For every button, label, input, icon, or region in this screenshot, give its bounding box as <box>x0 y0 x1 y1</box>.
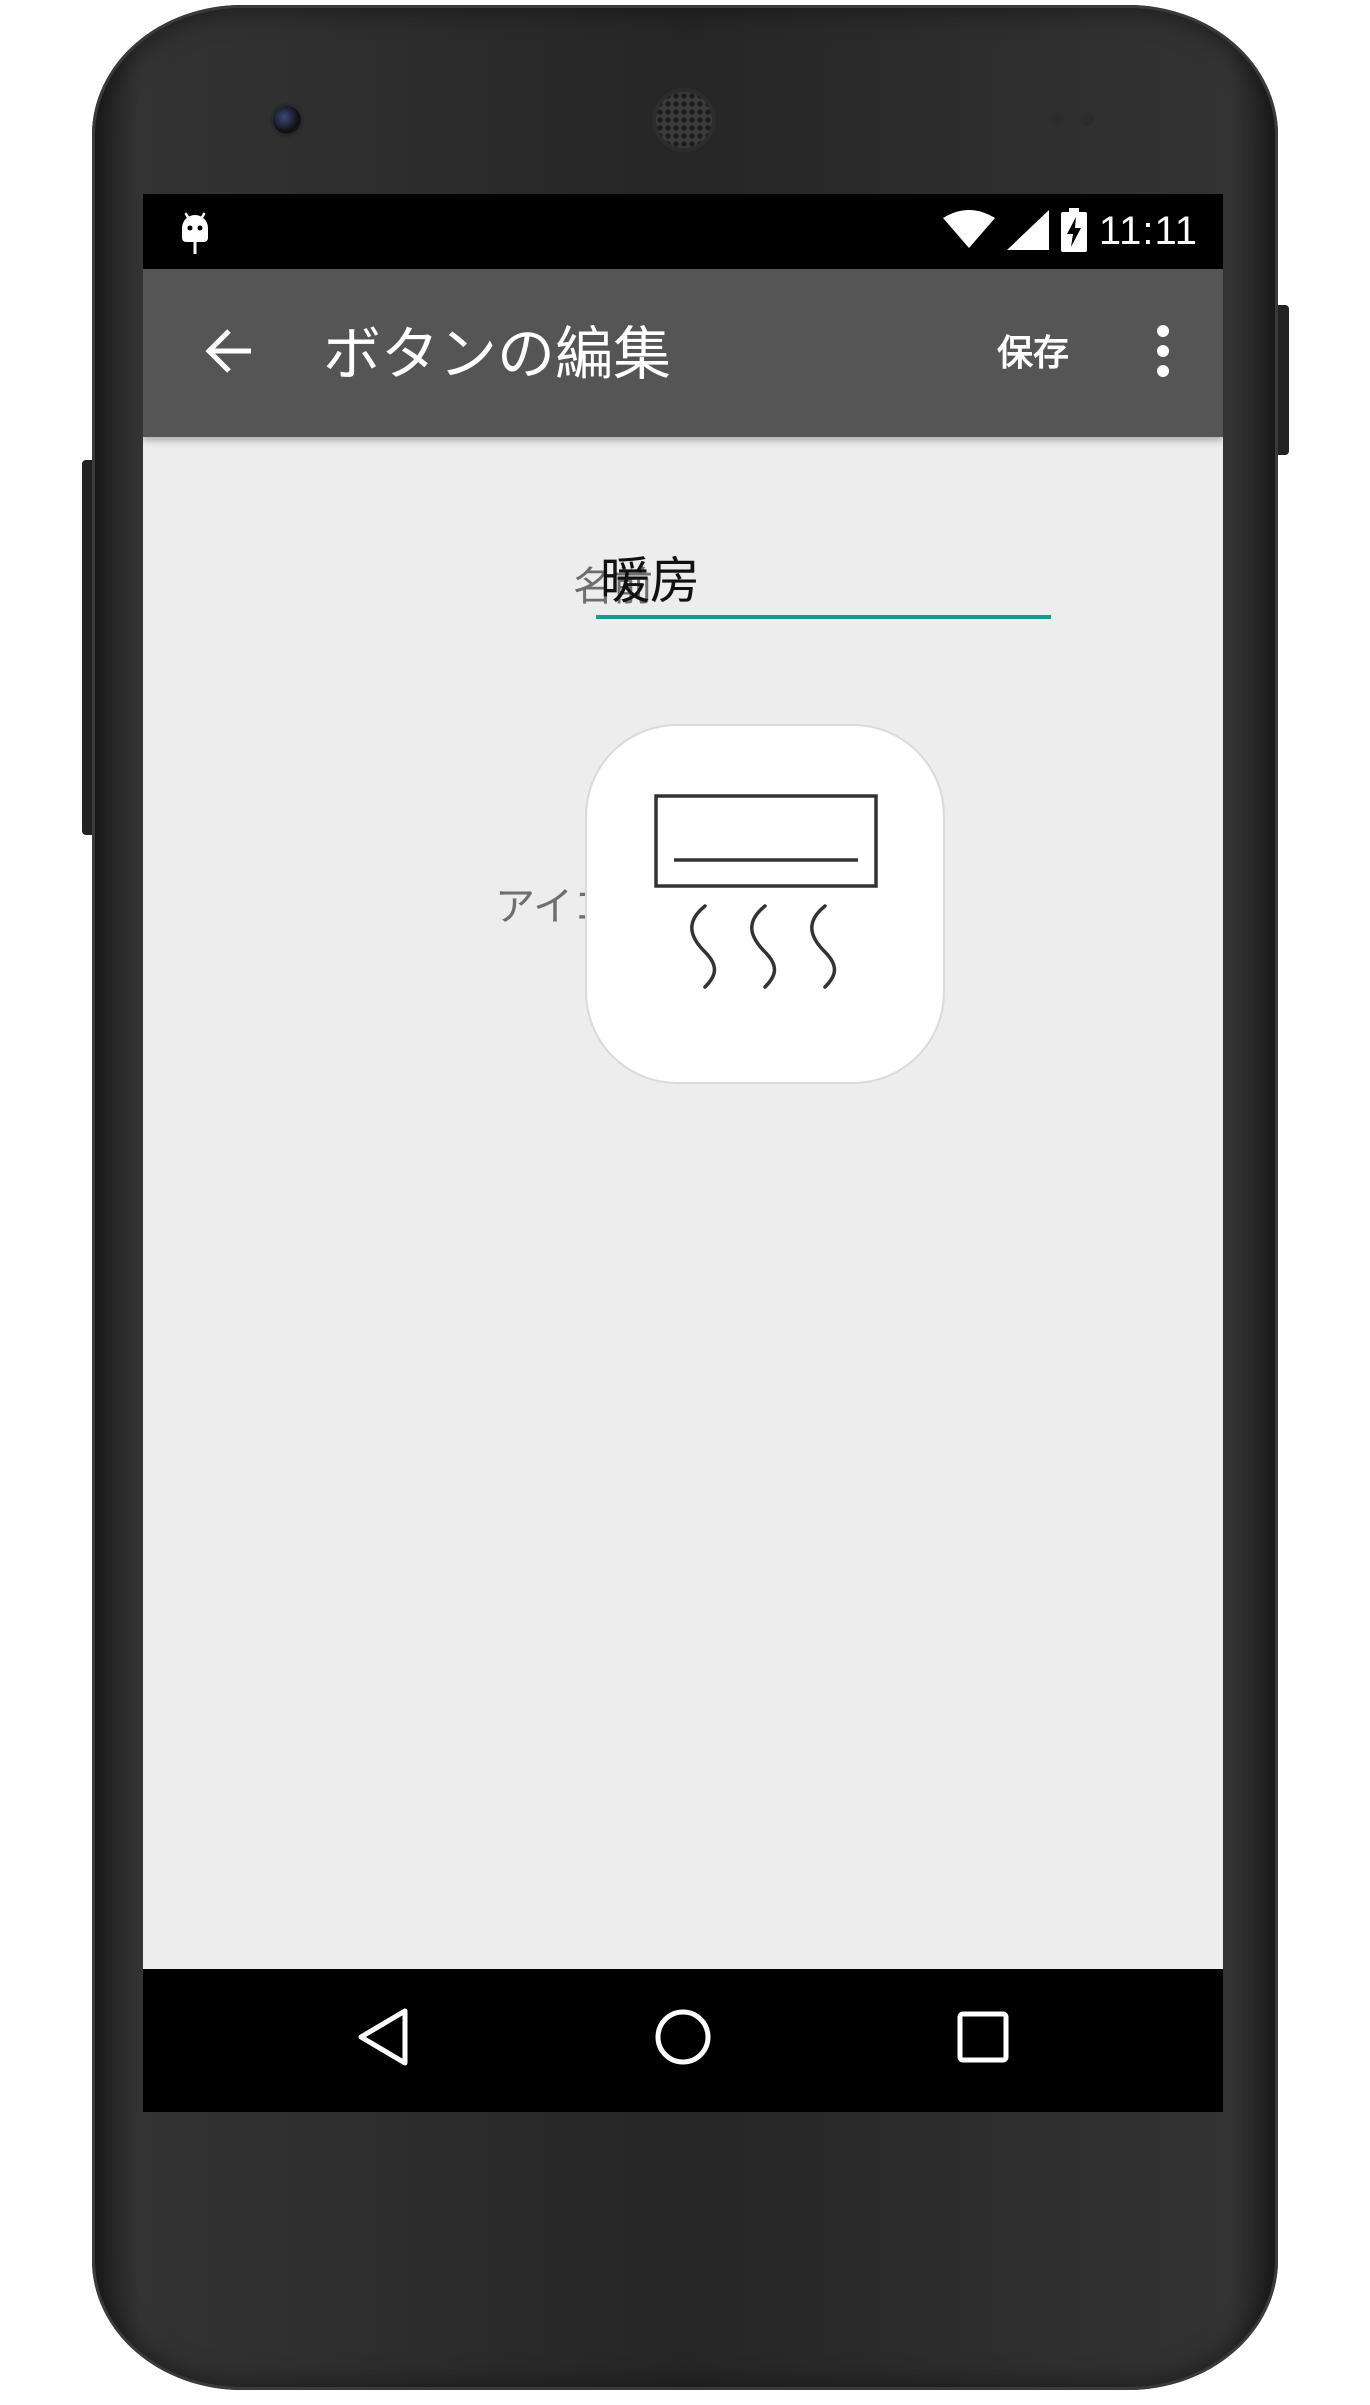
battery-charging-icon <box>1060 207 1087 256</box>
light-sensor <box>1080 112 1094 126</box>
nav-recents-icon <box>956 2010 1010 2068</box>
earpiece-speaker <box>656 92 712 148</box>
nav-home-icon <box>653 2007 713 2071</box>
more-options-button[interactable] <box>1128 307 1198 399</box>
save-button[interactable]: 保存 <box>983 317 1083 391</box>
system-nav-bar <box>143 1969 1223 2112</box>
status-time: 11:11 <box>1098 209 1198 253</box>
screen: 11:11 ボタンの編集 保存 名前 暖房 アイコン <box>143 194 1223 2112</box>
front-camera <box>273 106 301 134</box>
page-title: ボタンの編集 <box>323 320 672 388</box>
nav-back-icon <box>355 2006 411 2072</box>
app-bar: ボタンの編集 保存 <box>143 269 1223 437</box>
proximity-sensor <box>1050 112 1064 126</box>
nav-back-button[interactable] <box>333 1989 433 2089</box>
nav-recents-button[interactable] <box>933 1989 1033 2089</box>
air-conditioner-heating-icon <box>645 792 885 1016</box>
device-frame: 11:11 ボタンの編集 保存 名前 暖房 アイコン <box>0 0 1370 2405</box>
more-vert-icon <box>1155 325 1171 381</box>
back-button[interactable] <box>183 307 275 399</box>
cell-signal-icon <box>1006 209 1049 254</box>
icon-picker-button[interactable] <box>587 726 943 1082</box>
status-icons: 11:11 <box>942 194 1198 269</box>
wifi-icon <box>942 209 995 254</box>
arrow-back-icon <box>201 323 257 383</box>
name-field[interactable] <box>596 539 1051 619</box>
nav-home-button[interactable] <box>633 1989 733 2089</box>
power-button <box>1277 305 1289 455</box>
status-bar: 11:11 <box>143 194 1223 269</box>
android-debug-icon <box>178 208 212 256</box>
